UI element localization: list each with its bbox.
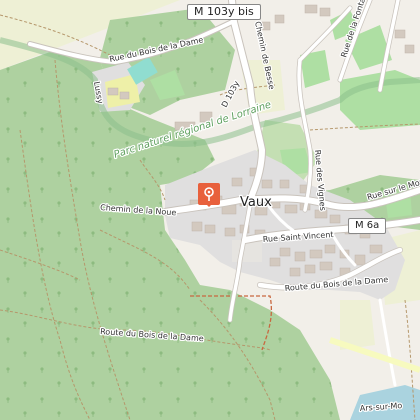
map-canvas: Rue du Bois de la Dame D 103y Chemin de … — [0, 0, 420, 420]
map-view[interactable]: Rue du Bois de la Dame D 103y Chemin de … — [0, 0, 420, 420]
road-badge-m103y: M 103y bis — [187, 4, 261, 20]
map-pin-icon[interactable] — [198, 183, 220, 207]
place-label-vaux: Vaux — [240, 195, 272, 210]
road-badge-m6a: M 6a — [348, 218, 387, 234]
